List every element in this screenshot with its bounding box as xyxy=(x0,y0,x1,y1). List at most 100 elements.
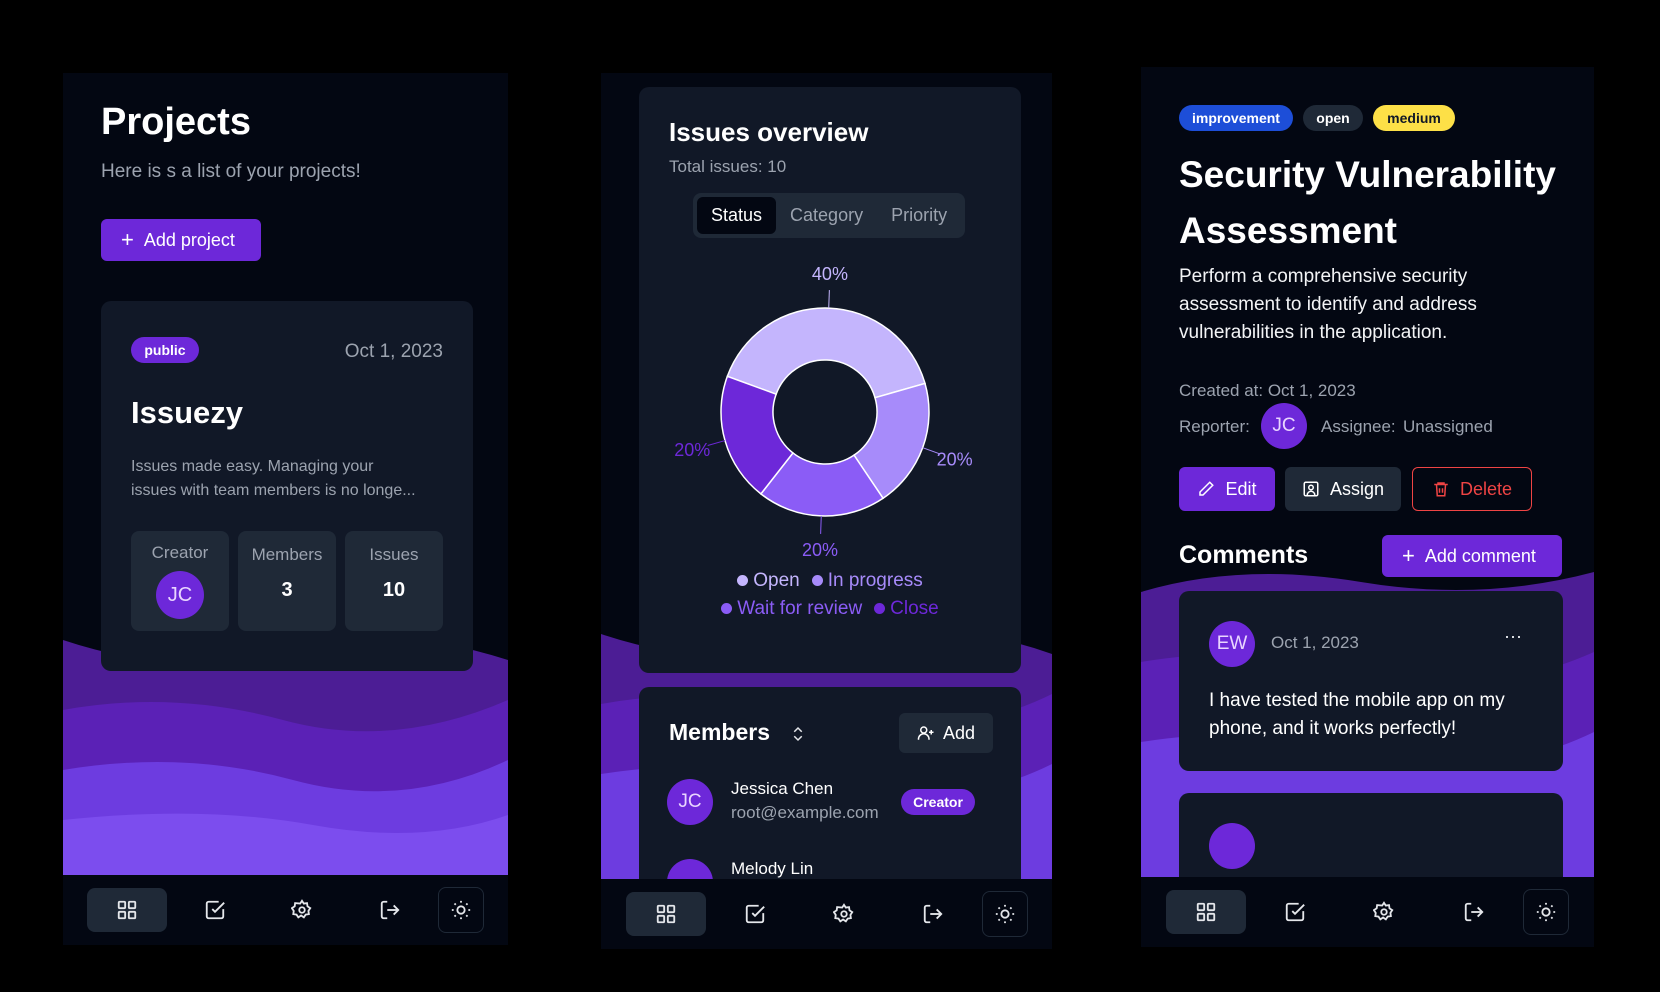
members-card: Members Add JC Jessica Chen root@example… xyxy=(639,687,1021,907)
leader-line xyxy=(820,515,822,534)
logout-icon xyxy=(381,900,400,920)
add-comment-button[interactable]: + Add comment xyxy=(1382,535,1562,577)
add-member-label: Add xyxy=(942,722,976,743)
theme-toggle[interactable] xyxy=(981,891,1028,937)
grid-icon xyxy=(1196,902,1215,922)
member-email: root@example.com xyxy=(731,803,879,822)
nav-issues[interactable] xyxy=(175,888,255,932)
add-project-button[interactable]: + Add project xyxy=(101,219,261,261)
page-subtitle: Here is s a list of your projects! xyxy=(101,161,361,182)
legend-item[interactable]: Wait for review xyxy=(721,598,862,619)
comment-line: I have tested the mobile app on my xyxy=(1209,690,1505,711)
tab-priority[interactable]: Priority xyxy=(877,197,961,234)
legend-item[interactable]: Close xyxy=(874,598,939,619)
members-count: 3 xyxy=(281,579,293,601)
add-member-button[interactable]: Add xyxy=(899,713,993,753)
members-label: Members xyxy=(251,545,323,564)
legend-dot xyxy=(811,575,823,586)
edit-label: Edit xyxy=(1225,478,1257,499)
legend-dot xyxy=(874,603,886,614)
nav-dashboard[interactable] xyxy=(1165,890,1246,934)
sun-icon xyxy=(451,900,471,920)
nav-logout[interactable] xyxy=(1434,890,1514,934)
issue-description: Perform a comprehensive security assessm… xyxy=(1179,263,1477,347)
legend-item[interactable]: Open xyxy=(737,570,800,591)
data-label: 20% xyxy=(674,440,710,460)
bottom-nav xyxy=(1141,877,1594,947)
checkbox-icon xyxy=(1285,902,1305,922)
legend-label: In progress xyxy=(827,570,923,591)
leader-line xyxy=(828,290,830,309)
issue-title: Security Vulnerability Assessment xyxy=(1179,147,1556,259)
reporter-label: Reporter: xyxy=(1179,417,1250,436)
sun-icon xyxy=(1537,902,1556,922)
members-title: Members xyxy=(669,719,770,745)
legend-label: Wait for review xyxy=(737,598,863,619)
nav-logout[interactable] xyxy=(893,892,973,936)
legend-item[interactable]: In progress xyxy=(811,570,923,591)
gear-icon xyxy=(291,899,313,919)
delete-label: Delete xyxy=(1459,478,1513,499)
logout-icon xyxy=(1464,902,1484,922)
assignee-value: Unassigned xyxy=(1403,417,1493,436)
nav-dashboard[interactable] xyxy=(86,888,167,932)
user-plus-icon xyxy=(917,726,934,740)
nav-issues[interactable] xyxy=(1255,890,1335,934)
legend-label: Close xyxy=(890,598,939,619)
nav-dashboard[interactable] xyxy=(625,892,706,936)
description-line: Issues made easy. Managing your xyxy=(131,458,374,475)
avatar xyxy=(1209,823,1255,869)
status-donut-chart: 40% 20% 20% 20% xyxy=(674,267,973,560)
comment-line: phone, and it works perfectly! xyxy=(1209,718,1457,739)
legend-label: Open xyxy=(753,570,800,591)
legend-row: Open In progress xyxy=(639,567,1021,595)
project-name: Issuezy xyxy=(131,395,244,430)
nav-settings[interactable] xyxy=(262,888,342,932)
tab-status[interactable]: Status xyxy=(697,197,777,234)
comments-title: Comments xyxy=(1179,541,1309,569)
assign-button[interactable]: Assign xyxy=(1285,467,1401,511)
plus-icon: + xyxy=(1402,543,1415,568)
plus-icon: + xyxy=(121,227,134,252)
total-issues: Total issues: 10 xyxy=(669,157,787,176)
created-at: Created at: Oct 1, 2023 xyxy=(1179,381,1356,400)
theme-toggle[interactable] xyxy=(438,887,485,933)
more-icon[interactable]: ⋯ xyxy=(1504,627,1523,648)
page-title: Projects xyxy=(101,101,251,143)
gear-icon xyxy=(1373,901,1394,921)
bottom-nav xyxy=(601,879,1052,949)
nav-issues[interactable] xyxy=(715,892,795,936)
overview-screen: Issues overview Total issues: 10 Status … xyxy=(601,73,1052,949)
trash-icon xyxy=(1434,482,1448,497)
projects-screen: Projects Here is s a list of your projec… xyxy=(63,73,508,945)
theme-toggle[interactable] xyxy=(1523,889,1570,935)
tab-category[interactable]: Category xyxy=(776,197,877,234)
assignee-label: Assignee: xyxy=(1321,417,1396,436)
delete-button[interactable]: Delete xyxy=(1412,467,1532,511)
checkbox-icon xyxy=(205,900,225,920)
nav-logout[interactable] xyxy=(350,888,430,932)
bottom-nav xyxy=(63,875,508,945)
project-date: Oct 1, 2023 xyxy=(344,341,443,362)
pie-slice-open xyxy=(726,307,926,399)
project-description: Issues made easy. Managing your issues w… xyxy=(131,455,416,503)
title-line: Assessment xyxy=(1179,210,1398,251)
project-card[interactable]: public Oct 1, 2023 Issuezy Issues made e… xyxy=(101,301,473,671)
data-label: 20% xyxy=(802,540,838,560)
data-label: 20% xyxy=(937,449,973,469)
avatar: EW xyxy=(1209,621,1255,667)
edit-button[interactable]: Edit xyxy=(1179,467,1275,511)
issues-stat: Issues 10 xyxy=(345,531,443,631)
user-square-icon xyxy=(1303,481,1319,497)
comment-card: EW Oct 1, 2023 ⋯ I have tested the mobil… xyxy=(1179,591,1563,771)
nav-settings[interactable] xyxy=(804,892,884,936)
issues-count: 10 xyxy=(382,579,406,601)
tag-status: open xyxy=(1303,105,1363,131)
description-line: vulnerabilities in the application. xyxy=(1179,322,1448,343)
issues-overview-card: Issues overview Total issues: 10 Status … xyxy=(639,87,1021,673)
description-line: Perform a comprehensive security xyxy=(1179,266,1468,287)
chart-legend: Open In progress Wait for review Close xyxy=(639,567,1021,623)
nav-settings[interactable] xyxy=(1344,890,1424,934)
legend-row: Wait for review Close xyxy=(639,595,1021,623)
sort-icon[interactable] xyxy=(789,725,807,743)
